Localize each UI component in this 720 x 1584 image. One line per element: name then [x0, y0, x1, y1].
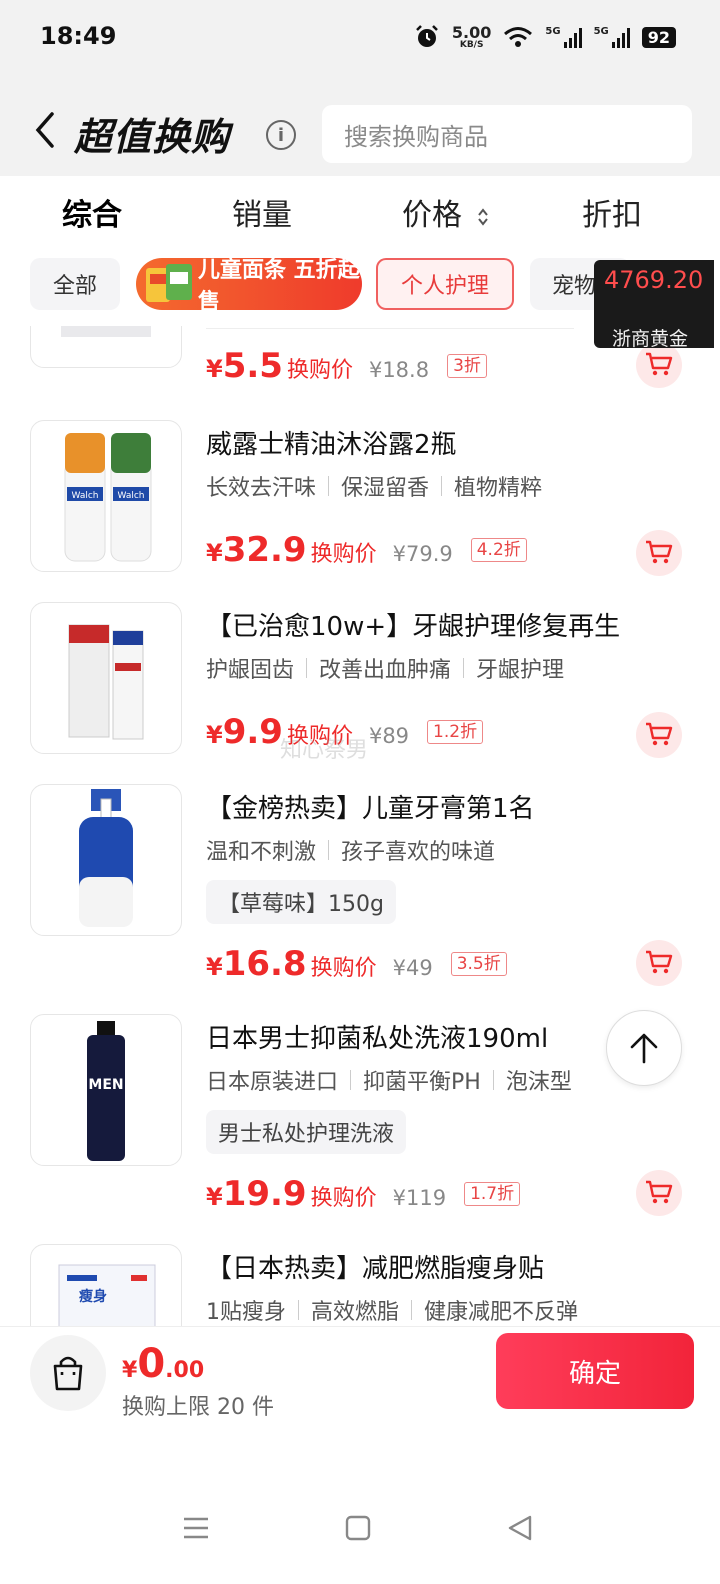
add-to-cart-button[interactable] — [636, 1170, 682, 1216]
status-icons: 5.00 KB/S 5G 5G 92 — [414, 24, 676, 50]
cart-icon — [646, 540, 673, 564]
cart-icon — [646, 950, 673, 974]
add-to-cart-button[interactable] — [636, 940, 682, 986]
product-image — [30, 326, 182, 368]
cart-icon — [646, 1180, 673, 1204]
product-logo-text: MEN — [88, 1077, 123, 1093]
product-image: 瘦身 — [30, 1244, 182, 1326]
tab-price-label: 价格 — [402, 198, 462, 233]
battery-indicator: 92 — [641, 26, 676, 48]
tab-price[interactable]: 价格 — [402, 190, 490, 234]
product-item[interactable]: 瘦身 【日本热卖】减肥燃脂瘦身贴 1贴瘦身 高效燃脂 健康减肥不反弹 — [0, 1244, 720, 1326]
search-input[interactable]: 搜索换购商品 — [322, 105, 692, 163]
chip-promo-noodles[interactable]: 儿童面条 五折起售 — [136, 258, 362, 315]
confirm-button[interactable]: 确定 — [496, 1333, 694, 1409]
system-nav-bar — [0, 1490, 720, 1584]
product-image — [30, 602, 182, 754]
exchange-limit: 换购上限 20 件 — [122, 1395, 274, 1420]
product-list: ¥5.5 换购价 ¥18.8 3折 Walch Walch 威露士精油沐浴露2瓶 长效… — [0, 326, 720, 1326]
tab-discount[interactable]: 折扣 — [582, 190, 642, 234]
gold-label: 浙商黄金 — [612, 328, 689, 348]
price-row: ¥19.9 换购价 ¥119 1.7折 — [206, 1174, 521, 1214]
product-tags: 1贴瘦身 高效燃脂 健康减肥不反弹 — [206, 1300, 579, 1325]
menu-icon[interactable] — [180, 1512, 212, 1544]
add-to-cart-button[interactable] — [636, 712, 682, 758]
product-tags: 护龈固齿 改善出血肿痛 牙龈护理 — [206, 658, 565, 683]
bottom-bar: ¥0.00 换购上限 20 件 确定 — [0, 1326, 720, 1490]
total-price: ¥0.00 — [122, 1341, 205, 1387]
price-row: ¥32.9 换购价 ¥79.9 4.2折 — [206, 530, 527, 570]
sort-tabs: 综合 销量 价格 折扣 — [0, 176, 720, 246]
scroll-to-top-button[interactable] — [606, 1010, 682, 1086]
signal-icon: 5G — [545, 26, 582, 48]
product-logo-text: Walch — [72, 491, 99, 501]
gold-price-widget[interactable]: 4769.20 浙商黄金 — [594, 260, 714, 348]
product-spec: 【草莓味】150g — [206, 880, 396, 924]
product-tags: 温和不刺激 孩子喜欢的味道 — [206, 840, 496, 865]
tab-sales[interactable]: 销量 — [232, 190, 292, 234]
product-tags: 长效去汗味 保湿留香 植物精粹 — [206, 476, 543, 501]
product-name: 【日本热卖】减肥燃脂瘦身贴 — [206, 1254, 545, 1284]
add-to-cart-button[interactable] — [636, 530, 682, 576]
product-image — [30, 784, 182, 936]
noodle-pack-image — [146, 264, 192, 302]
add-to-cart-button[interactable] — [636, 342, 682, 388]
product-spec: 男士私处护理洗液 — [206, 1110, 407, 1154]
cart-icon — [646, 352, 673, 376]
product-name: 【金榜热卖】儿童牙膏第1名 — [206, 794, 535, 824]
product-image: Walch Walch — [30, 420, 182, 572]
status-time: 18:49 — [40, 22, 117, 50]
status-bar: 18:49 5.00 KB/S 5G 5G 92 — [0, 0, 720, 80]
home-icon[interactable] — [342, 1512, 374, 1544]
alarm-icon — [416, 25, 438, 47]
chip-promo-label: 儿童面条 五折起售 — [198, 258, 360, 315]
product-name: 日本男士抑菌私处洗液190ml — [206, 1024, 549, 1054]
product-logo-text: Walch — [118, 491, 145, 501]
tab-comprehensive[interactable]: 综合 — [62, 190, 122, 234]
wifi-icon — [504, 27, 533, 47]
page-title: 超值换购 — [74, 115, 231, 159]
cart-icon — [646, 722, 673, 746]
back-nav-icon[interactable] — [504, 1512, 536, 1544]
product-item[interactable]: Walch Walch 威露士精油沐浴露2瓶 长效去汗味 保湿留香 植物精粹 ¥32… — [0, 420, 720, 590]
product-image: MEN — [30, 1014, 182, 1166]
product-logo-text: 瘦身 — [79, 1288, 107, 1305]
price-row: ¥5.5 换购价 ¥18.8 3折 — [206, 346, 487, 386]
sort-arrows-icon — [477, 207, 488, 226]
back-arrow-icon[interactable] — [30, 110, 60, 150]
net-speed: 5.00 KB/S — [451, 22, 492, 50]
product-name: 【已治愈10w+】牙龈护理修复再生 — [206, 612, 621, 642]
info-icon[interactable]: i — [266, 120, 296, 150]
bag-button[interactable] — [30, 1335, 106, 1411]
price-row: ¥16.8 换购价 ¥49 3.5折 — [206, 944, 507, 984]
product-item[interactable]: 【金榜热卖】儿童牙膏第1名 温和不刺激 孩子喜欢的味道 【草莓味】150g ¥16… — [0, 784, 720, 1004]
chip-all[interactable]: 全部 — [30, 258, 120, 310]
gold-price: 4769.20 — [604, 266, 704, 294]
divider — [206, 328, 574, 329]
search-placeholder: 搜索换购商品 — [344, 122, 488, 151]
shopping-bag-icon — [53, 1356, 83, 1391]
page-header: 超值换购 i 搜索换购商品 — [0, 80, 720, 176]
product-name: 威露士精油沐浴露2瓶 — [206, 430, 457, 460]
watermark: 知心祭男 — [280, 738, 369, 763]
arrow-up-icon — [630, 1033, 658, 1064]
product-tags: 日本原装进口 抑菌平衡PH 泡沫型 — [206, 1070, 572, 1095]
signal-icon-2: 5G — [594, 26, 630, 48]
chip-personal-care[interactable]: 个人护理 — [376, 258, 514, 310]
